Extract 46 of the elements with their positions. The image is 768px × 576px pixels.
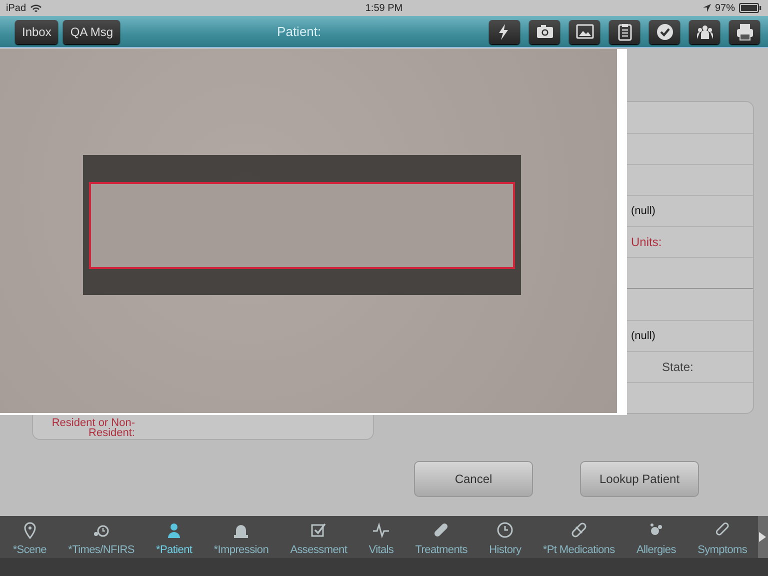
screen-title: Patient: [277,24,322,39]
toolbar-button[interactable]: QA Msg [63,20,120,44]
checkmark-icon [656,22,674,40]
field-value: (null) [631,205,656,217]
location-arrow-icon [702,4,711,12]
tab[interactable]: *Scene [2,516,58,558]
people-icon [696,22,714,40]
checkbox-icon [310,521,328,539]
device-name: iPad [6,2,26,14]
tab[interactable]: Symptoms [686,516,758,558]
printer-button[interactable] [729,20,760,44]
picture-icon [576,22,594,40]
checkmark-button[interactable] [649,20,680,44]
caret-icon [759,532,766,542]
picture-button[interactable] [569,20,600,44]
pill-icon [570,521,588,539]
clock-icon [496,521,514,539]
camera-button[interactable] [529,20,560,44]
tab[interactable]: *Times/NFIRS [57,516,146,558]
tab[interactable]: *Impression [202,516,280,558]
tab[interactable]: Treatments [404,516,478,558]
field-label: State: [661,360,694,374]
clock-time: 1:59 PM [365,2,403,14]
scroll-right-button[interactable] [758,516,768,558]
field-label: Units: [631,235,662,249]
lightning-button[interactable] [489,20,520,44]
field-label: Resident or Non-Resident: [50,418,135,438]
heartbeat-icon [372,521,390,539]
tab[interactable]: History [478,516,532,558]
clipboard-icon [616,22,634,40]
tab[interactable]: Vitals [358,516,404,558]
battery-percent: 97% [714,2,735,14]
tab[interactable]: *Patient [145,516,203,558]
tab[interactable]: Allergies [626,516,687,558]
field-value: (null) [631,330,656,342]
clipboard-button[interactable] [609,20,640,44]
tab[interactable]: Assessment [279,516,358,558]
toolbar-button[interactable]: Inbox [15,20,58,44]
people-button[interactable] [689,20,720,44]
battery-icon [739,3,762,13]
action-button[interactable]: Cancel [414,461,533,497]
wifi-icon [30,4,42,12]
printer-icon [736,22,754,40]
tab[interactable]: *Pt Medications [532,516,626,558]
action-button[interactable]: Lookup Patient [580,461,699,497]
camera-icon [536,22,554,40]
